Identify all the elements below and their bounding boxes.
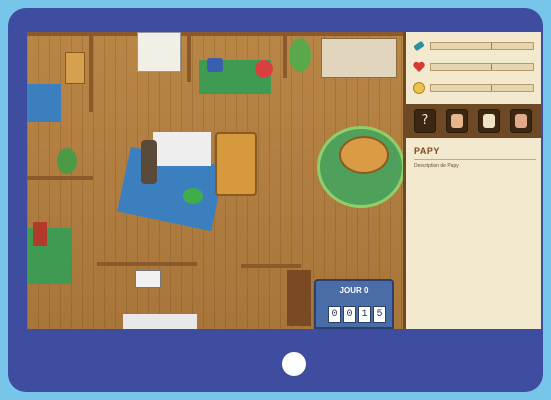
money-bar (430, 84, 534, 92)
tab-item-1[interactable] (478, 109, 500, 133)
wall (27, 32, 403, 36)
day-digit: 1 (358, 306, 371, 323)
bandage-icon (413, 41, 425, 51)
day-digit: 0 (328, 306, 341, 323)
item-icon (483, 114, 495, 128)
cushion[interactable] (207, 58, 223, 72)
bookshelf[interactable] (287, 270, 311, 326)
bar-tick (491, 85, 492, 91)
plant[interactable] (57, 148, 77, 174)
wall (27, 176, 93, 180)
game-screen[interactable]: JOUR 0 0015 ? PAPY Description de Papy (27, 32, 541, 329)
blue-rug (27, 84, 61, 122)
crib[interactable] (135, 270, 161, 288)
heart-icon (413, 61, 425, 72)
bar-tick (491, 43, 492, 49)
sofa[interactable] (215, 132, 257, 196)
bar-tick (491, 64, 492, 70)
papy-portrait-icon (451, 114, 463, 128)
chair[interactable] (33, 222, 47, 246)
bed[interactable] (137, 32, 181, 72)
desk[interactable] (65, 52, 85, 84)
house-floor[interactable]: JOUR 0 0015 (27, 32, 405, 329)
wall (283, 32, 287, 78)
home-button[interactable] (282, 352, 306, 376)
love-bar (430, 63, 534, 71)
white-rug (153, 132, 211, 166)
white-rug (123, 314, 197, 329)
green-stool[interactable] (183, 188, 203, 204)
health-stat (412, 39, 538, 53)
cushion[interactable] (255, 60, 273, 78)
coin-icon (413, 82, 425, 94)
tab-help[interactable]: ? (414, 109, 436, 133)
day-label: JOUR 0 (339, 286, 369, 295)
day-counter: JOUR 0 0015 (314, 279, 394, 329)
love-stat (412, 60, 538, 74)
wall (97, 262, 197, 266)
wall (187, 32, 191, 82)
wall (241, 264, 301, 268)
wall (89, 32, 93, 112)
item-icon (515, 114, 527, 128)
plant[interactable] (289, 38, 311, 72)
round-table[interactable] (339, 136, 389, 174)
tab-character-papy[interactable] (446, 109, 468, 133)
character-description: Description de Papy (414, 163, 459, 169)
tab-item-2[interactable] (510, 109, 532, 133)
divider (414, 159, 536, 160)
side-panel: ? PAPY Description de Papy (403, 32, 541, 329)
character-name: PAPY (414, 146, 440, 156)
health-bar (430, 42, 534, 50)
tab-strip: ? (406, 104, 541, 138)
kitchen-counter[interactable] (321, 38, 397, 78)
day-digits: 0015 (328, 301, 388, 323)
day-digit: 5 (373, 306, 386, 323)
papy-character[interactable] (141, 140, 157, 184)
money-stat (412, 81, 538, 95)
day-digit: 0 (343, 306, 356, 323)
